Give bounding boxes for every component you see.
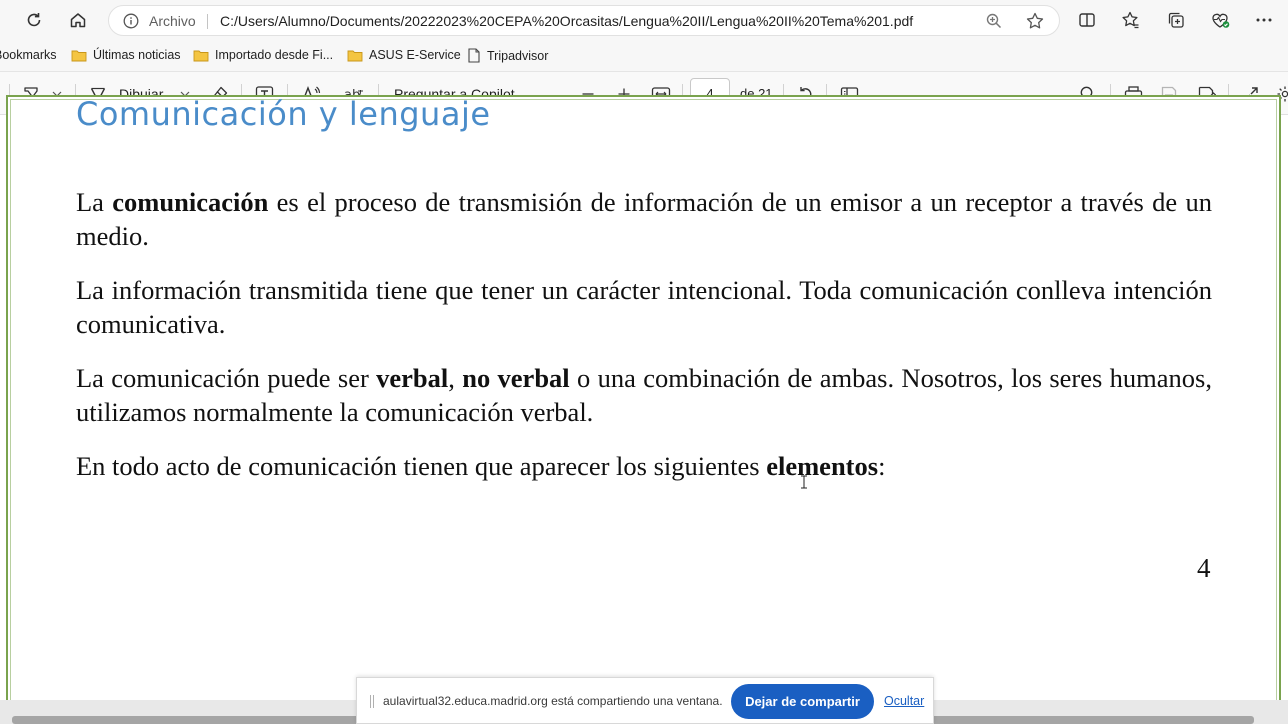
text-run: La comunicación puede ser [76,363,377,393]
paragraph: La información transmitida tiene que ten… [76,273,1212,341]
text-run: La información transmitida tiene que ten… [76,275,1212,339]
page-heading: Comunicación y lenguaje [76,95,491,133]
text-run: , [448,363,463,393]
bookmark-asus-eservice[interactable]: ASUS E-Service [347,48,461,62]
heart-pulse-icon [1212,13,1230,28]
settings-more-button[interactable] [1253,9,1275,31]
home-button[interactable] [64,6,92,34]
favorites-star-list-icon [1122,11,1139,29]
bold-term: verbal [376,363,449,393]
browser-essentials-button[interactable] [1209,9,1231,31]
address-separator [207,14,208,29]
split-screen-icon [1079,13,1095,27]
page-icon [468,48,480,63]
folder-icon [193,50,209,61]
paragraph: En todo acto de comunicación tienen que … [76,449,1212,483]
home-icon [70,13,86,28]
refresh-icon [27,13,41,27]
bookmark-label: Tripadvisor [487,48,549,63]
bookmark-label: Importado desde Fi... [215,48,334,62]
text-run: La [76,187,113,217]
text-run: En todo acto de comunicación tienen que … [76,451,767,481]
favorites-button[interactable] [1120,9,1142,31]
paragraph: La comunicación puede ser verbal, no ver… [76,361,1212,429]
address-bar[interactable]: Archivo C:/Users/Alumno/Documents/202220… [108,5,1060,36]
hide-link[interactable]: Ocultar [884,694,924,708]
bookmark-importado[interactable]: Importado desde Fi... [193,48,333,62]
screen-share-bar: aulavirtual32.educa.madrid.org está comp… [356,677,934,724]
address-bar-row: Archivo C:/Users/Alumno/Documents/202220… [0,0,1288,40]
share-message: aulavirtual32.educa.madrid.org está comp… [383,694,723,708]
bookmark-bookmarks[interactable]: Bookmarks [0,48,57,62]
bookmark-label: Bookmarks [0,48,57,62]
stop-sharing-button[interactable]: Dejar de compartir [731,684,874,719]
zoom-icon[interactable] [985,12,1003,30]
bookmark-tripadvisor[interactable]: Tripadvisor [468,48,548,63]
bookmark-ultimas-noticias[interactable]: Últimas noticias [71,48,181,62]
bookmark-label: Últimas noticias [93,48,181,62]
refresh-button[interactable] [20,6,48,34]
page-number: 4 [1197,553,1211,583]
more-dots-icon [1256,18,1272,22]
collections-icon [1168,12,1184,28]
protocol-label: Archivo [149,13,196,29]
folder-icon [347,50,363,61]
bookmark-label: ASUS E-Service [369,48,461,62]
text-cursor-icon [801,475,807,489]
paragraph: La comunicación es el proceso de transmi… [76,185,1212,253]
bold-term: no verbal [462,363,570,393]
url-text[interactable]: C:/Users/Alumno/Documents/20222023%20CEP… [220,13,913,29]
text-run: : [878,451,886,481]
info-icon[interactable] [123,13,139,29]
bold-term: comunicación [112,187,269,217]
folder-icon [71,50,87,61]
pdf-page: Comunicación y lenguaje La comunicación … [6,95,1281,724]
collections-button[interactable] [1165,9,1187,31]
bookmarks-bar: Bookmarks Últimas noticias Importado des… [0,40,1288,72]
bold-term: elementos [766,451,879,481]
drag-handle-icon[interactable] [369,695,375,708]
split-screen-button[interactable] [1076,9,1098,31]
favorite-star-icon[interactable] [1025,11,1045,31]
pdf-viewer[interactable]: Comunicación y lenguaje La comunicación … [0,95,1288,724]
